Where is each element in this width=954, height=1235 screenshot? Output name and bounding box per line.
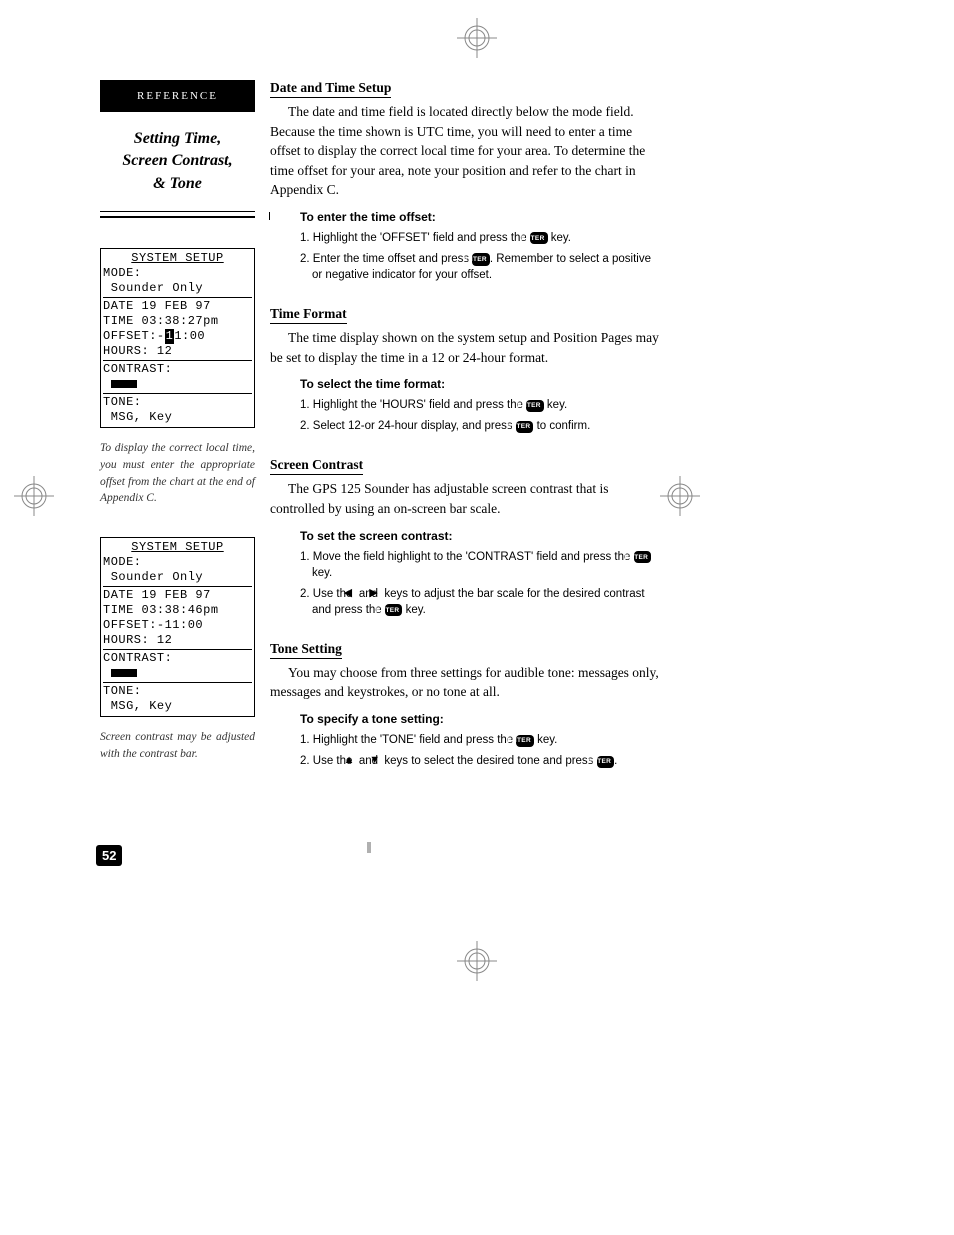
lcd1-contrast-bar [103,377,252,392]
page-marker [367,842,371,853]
step-tone-2: 2. Use the ▲ and ▼ keys to select the de… [312,753,664,769]
step-contrast-1: 1. Move the field highlight to the 'CONT… [312,549,664,581]
lcd2-hours: HOURS: 12 [103,633,252,648]
lcd-screenshot-2: SYSTEM SETUP MODE: Sounder Only DATE 19 … [100,537,255,717]
lcd1-tone-value: MSG, Key [103,410,252,425]
lcd1-title: SYSTEM SETUP [103,251,252,266]
lcd2-mode-label: MODE: [103,555,252,570]
title-line-1: Setting Time, [134,130,221,147]
subhead-tone: To specify a tone setting: [300,712,664,726]
lcd1-time: TIME 03:38:27pm [103,314,252,329]
heading-tone: Tone Setting [270,641,342,659]
lcd2-contrast-bar [103,666,252,681]
step-time-2: 2. Select 12-or 24-hour display, and pre… [312,418,664,434]
title-line-3: & Tone [153,175,202,192]
lcd1-date: DATE 19 FEB 97 [103,299,252,314]
reg-mark-bottom [457,941,497,981]
enter-key-icon: ENTER [634,551,652,563]
caption-2: Screen contrast may be adjusted with the… [100,729,255,762]
body-tone: You may choose from three settings for a… [270,663,664,702]
lcd2-time: TIME 03:38:46pm [103,603,252,618]
lcd1-tone-label: TONE: [103,395,252,410]
step-offset-1: 1. Highlight the 'OFFSET' field and pres… [312,230,664,246]
step-tone-1: 1. Highlight the 'TONE' field and press … [312,732,664,748]
section-title: Setting Time, Screen Contrast, & Tone [100,112,255,212]
lcd-screenshot-1: SYSTEM SETUP MODE: Sounder Only DATE 19 … [100,248,255,428]
step-offset-2: 2. Enter the time offset and press ENTER… [312,251,664,283]
body-time-format: The time display shown on the system set… [270,328,664,367]
body-date-time: The date and time field is located direc… [270,102,664,200]
lcd2-contrast-label: CONTRAST: [103,651,252,666]
lcd1-mode-value: Sounder Only [103,281,252,296]
title-line-2: Screen Contrast, [122,152,232,169]
enter-key-icon: ENTER [516,735,534,747]
heading-time-format: Time Format [270,306,347,324]
lcd1-hours: HOURS: 12 [103,344,252,359]
step-contrast-2: 2. Use the ◀ and ▶ keys to adjust the ba… [312,586,664,618]
reference-header: REFERENCE [100,80,255,112]
enter-key-icon: ENTER [597,756,615,768]
subhead-offset: To enter the time offset: [300,210,664,224]
heading-date-time: Date and Time Setup [270,80,391,98]
reg-mark-top [457,18,497,58]
caption-1: To display the correct local time, you m… [100,440,255,507]
lcd1-contrast-label: CONTRAST: [103,362,252,377]
lcd2-date: DATE 19 FEB 97 [103,588,252,603]
enter-key-icon: ENTER [385,604,403,616]
subhead-time-format: To select the time format: [300,377,664,391]
subhead-contrast: To set the screen contrast: [300,529,664,543]
heading-contrast: Screen Contrast [270,457,363,475]
lcd2-offset: OFFSET:-11:00 [103,618,252,633]
lcd2-tone-value: MSG, Key [103,699,252,714]
lcd1-mode-label: MODE: [103,266,252,281]
step-time-1: 1. Highlight the 'HOURS' field and press… [312,397,664,413]
reg-mark-left [14,476,54,516]
enter-key-icon: ENTER [516,421,534,433]
reg-mark-right [660,476,700,516]
enter-key-icon: ENTER [472,253,490,265]
lcd1-offset: OFFSET:-11:00 [103,329,252,344]
lcd2-tone-label: TONE: [103,684,252,699]
enter-key-icon: ENTER [526,400,544,412]
lcd2-title: SYSTEM SETUP [103,540,252,555]
enter-key-icon: ENTER [530,232,548,244]
body-contrast: The GPS 125 Sounder has adjustable scree… [270,479,664,518]
lcd2-mode-value: Sounder Only [103,570,252,585]
page-number: 52 [96,845,122,866]
